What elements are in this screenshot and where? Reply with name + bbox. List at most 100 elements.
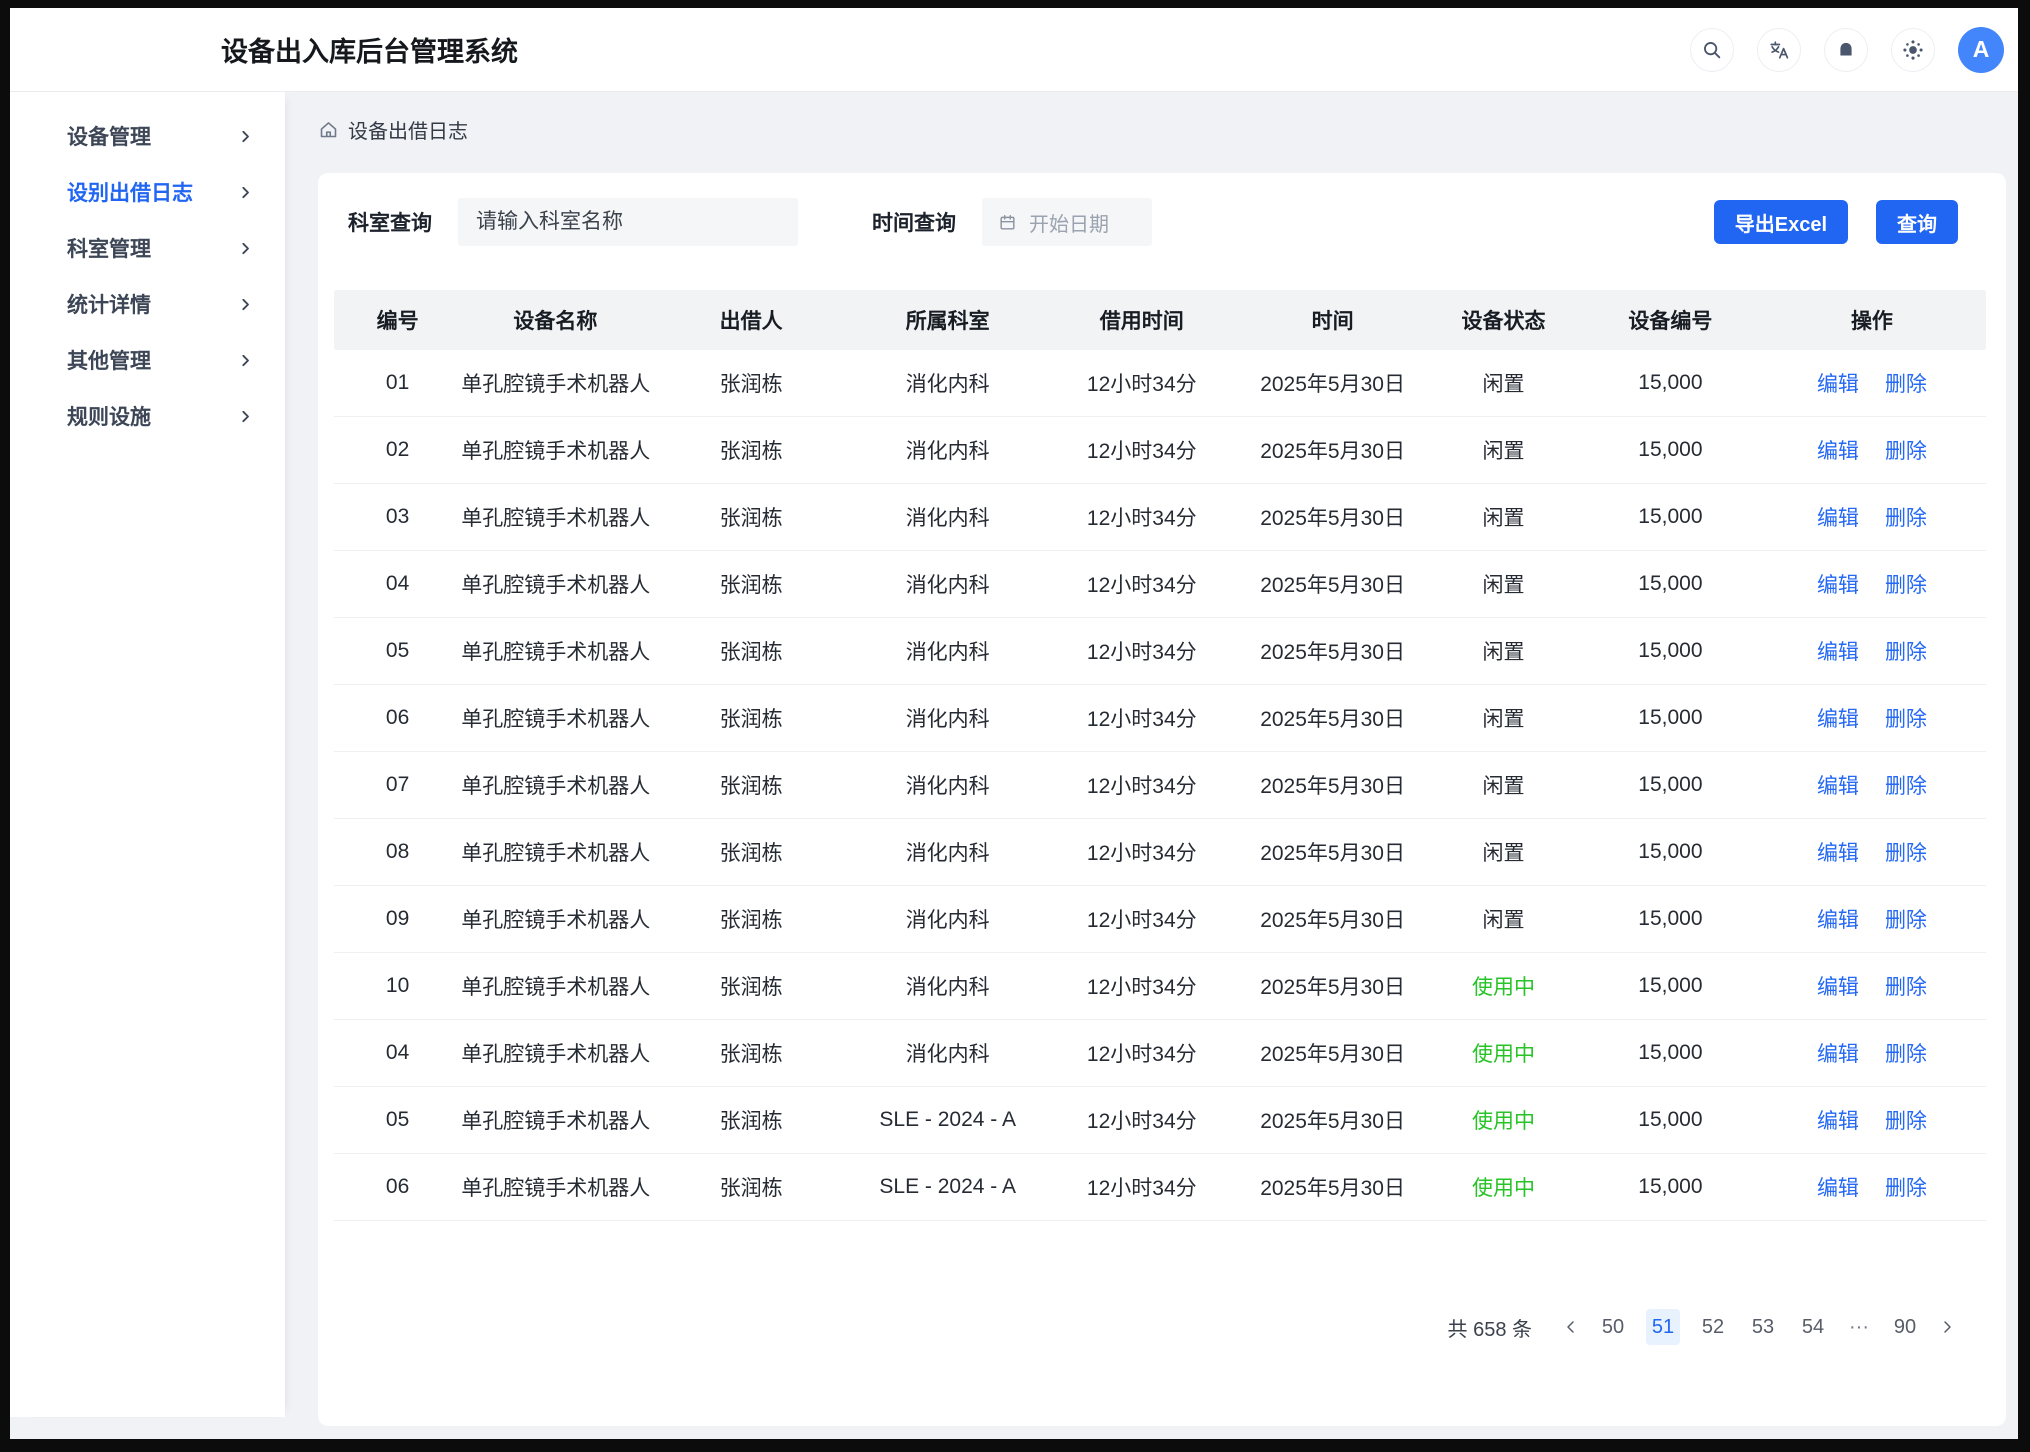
edit-link[interactable]: 编辑 bbox=[1817, 837, 1859, 867]
page-button-90[interactable]: 90 bbox=[1888, 1309, 1922, 1345]
borrow-duration: 12小时34分 bbox=[1043, 770, 1241, 800]
calendar-icon bbox=[998, 213, 1017, 232]
delete-link[interactable]: 删除 bbox=[1885, 1038, 1927, 1068]
edit-link[interactable]: 编辑 bbox=[1817, 502, 1859, 532]
device-name: 单孔腔镜手术机器人 bbox=[461, 703, 649, 733]
column-header-8: 操作 bbox=[1758, 305, 1986, 335]
device-number: 15,000 bbox=[1583, 907, 1758, 931]
column-header-1: 设备名称 bbox=[461, 305, 649, 335]
page-list: 5051525354···90 bbox=[1588, 1309, 1930, 1345]
borrow-duration: 12小时34分 bbox=[1043, 368, 1241, 398]
breadcrumb[interactable]: 设备出借日志 bbox=[318, 115, 468, 144]
table-row: 02单孔腔镜手术机器人张润栋消化内科12小时34分2025年5月30日闲置15,… bbox=[334, 417, 1986, 484]
row-id: 02 bbox=[334, 438, 461, 462]
theme-brightness-button[interactable] bbox=[1891, 28, 1935, 72]
edit-link[interactable]: 编辑 bbox=[1817, 1038, 1859, 1068]
page-button-52[interactable]: 52 bbox=[1696, 1309, 1730, 1345]
borrower: 张润栋 bbox=[650, 770, 853, 800]
borrow-date: 2025年5月30日 bbox=[1241, 502, 1424, 532]
export-excel-button[interactable]: 导出Excel bbox=[1714, 200, 1848, 244]
translate-button[interactable] bbox=[1757, 28, 1801, 72]
sidebar-item-label: 规则设施 bbox=[67, 401, 151, 431]
borrow-duration: 12小时34分 bbox=[1043, 435, 1241, 465]
column-header-2: 出借人 bbox=[650, 305, 853, 335]
device-name: 单孔腔镜手术机器人 bbox=[461, 904, 649, 934]
borrow-date: 2025年5月30日 bbox=[1241, 636, 1424, 666]
table-row: 03单孔腔镜手术机器人张润栋消化内科12小时34分2025年5月30日闲置15,… bbox=[334, 484, 1986, 551]
department: 消化内科 bbox=[853, 770, 1043, 800]
device-number: 15,000 bbox=[1583, 505, 1758, 529]
dept-search-input[interactable] bbox=[458, 198, 798, 246]
delete-link[interactable]: 删除 bbox=[1885, 904, 1927, 934]
department: 消化内科 bbox=[853, 1038, 1043, 1068]
filter-buttons: 导出Excel 查询 bbox=[1714, 200, 1958, 244]
edit-link[interactable]: 编辑 bbox=[1817, 703, 1859, 733]
device-status: 使用中 bbox=[1424, 1105, 1583, 1135]
row-actions: 编辑删除 bbox=[1758, 1172, 1986, 1202]
sidebar-item-2[interactable]: 科室管理 bbox=[10, 226, 285, 270]
sidebar-item-1[interactable]: 设别出借日志 bbox=[10, 170, 285, 214]
delete-link[interactable]: 删除 bbox=[1885, 1105, 1927, 1135]
chevron-right-icon bbox=[238, 297, 253, 312]
device-status: 闲置 bbox=[1424, 837, 1583, 867]
prev-page-button[interactable] bbox=[1554, 1310, 1588, 1344]
delete-link[interactable]: 删除 bbox=[1885, 636, 1927, 666]
delete-link[interactable]: 删除 bbox=[1885, 1172, 1927, 1202]
notifications-button[interactable] bbox=[1824, 28, 1868, 72]
sidebar: 设备管理设别出借日志科室管理统计详情其他管理规则设施 bbox=[10, 92, 285, 1417]
delete-link[interactable]: 删除 bbox=[1885, 569, 1927, 599]
main-area: 设备出借日志 科室查询 时间查询 开始日期 bbox=[285, 92, 2018, 1438]
edit-link[interactable]: 编辑 bbox=[1817, 1105, 1859, 1135]
chevron-right-icon bbox=[238, 409, 253, 424]
page-button-53[interactable]: 53 bbox=[1746, 1309, 1780, 1345]
device-status: 闲置 bbox=[1424, 904, 1583, 934]
row-id: 06 bbox=[334, 706, 461, 730]
row-id: 05 bbox=[334, 639, 461, 663]
borrower: 张润栋 bbox=[650, 837, 853, 867]
delete-link[interactable]: 删除 bbox=[1885, 435, 1927, 465]
edit-link[interactable]: 编辑 bbox=[1817, 368, 1859, 398]
delete-link[interactable]: 删除 bbox=[1885, 971, 1927, 1001]
query-button[interactable]: 查询 bbox=[1876, 200, 1958, 244]
department: 消化内科 bbox=[853, 569, 1043, 599]
avatar[interactable]: A bbox=[1958, 27, 2004, 73]
delete-link[interactable]: 删除 bbox=[1885, 502, 1927, 532]
borrower: 张润栋 bbox=[650, 502, 853, 532]
sidebar-item-3[interactable]: 统计详情 bbox=[10, 282, 285, 326]
page-button-50[interactable]: 50 bbox=[1596, 1309, 1630, 1345]
edit-link[interactable]: 编辑 bbox=[1817, 770, 1859, 800]
device-name: 单孔腔镜手术机器人 bbox=[461, 837, 649, 867]
device-name: 单孔腔镜手术机器人 bbox=[461, 770, 649, 800]
delete-link[interactable]: 删除 bbox=[1885, 368, 1927, 398]
page-button-54[interactable]: 54 bbox=[1796, 1309, 1830, 1345]
edit-link[interactable]: 编辑 bbox=[1817, 904, 1859, 934]
edit-link[interactable]: 编辑 bbox=[1817, 435, 1859, 465]
delete-link[interactable]: 删除 bbox=[1885, 837, 1927, 867]
borrow-date: 2025年5月30日 bbox=[1241, 1038, 1424, 1068]
delete-link[interactable]: 删除 bbox=[1885, 770, 1927, 800]
page-button-51[interactable]: 51 bbox=[1646, 1309, 1680, 1345]
device-number: 15,000 bbox=[1583, 572, 1758, 596]
borrow-duration: 12小时34分 bbox=[1043, 971, 1241, 1001]
sidebar-item-0[interactable]: 设备管理 bbox=[10, 114, 285, 158]
row-actions: 编辑删除 bbox=[1758, 435, 1986, 465]
search-icon bbox=[1701, 39, 1723, 61]
edit-link[interactable]: 编辑 bbox=[1817, 971, 1859, 1001]
sidebar-item-4[interactable]: 其他管理 bbox=[10, 338, 285, 382]
table-row: 06单孔腔镜手术机器人张润栋消化内科12小时34分2025年5月30日闲置15,… bbox=[334, 685, 1986, 752]
row-id: 09 bbox=[334, 907, 461, 931]
department: 消化内科 bbox=[853, 837, 1043, 867]
next-page-button[interactable] bbox=[1930, 1310, 1964, 1344]
edit-link[interactable]: 编辑 bbox=[1817, 569, 1859, 599]
delete-link[interactable]: 删除 bbox=[1885, 703, 1927, 733]
start-date-picker[interactable]: 开始日期 bbox=[982, 198, 1152, 246]
search-button[interactable] bbox=[1690, 28, 1734, 72]
edit-link[interactable]: 编辑 bbox=[1817, 1172, 1859, 1202]
department: 消化内科 bbox=[853, 971, 1043, 1001]
edit-link[interactable]: 编辑 bbox=[1817, 636, 1859, 666]
row-id: 06 bbox=[334, 1175, 461, 1199]
borrow-duration: 12小时34分 bbox=[1043, 502, 1241, 532]
pagination-total: 共 658 条 bbox=[1448, 1313, 1532, 1342]
sidebar-item-5[interactable]: 规则设施 bbox=[10, 394, 285, 438]
screen-frame: 设备出入库后台管理系统 bbox=[0, 0, 2030, 1452]
